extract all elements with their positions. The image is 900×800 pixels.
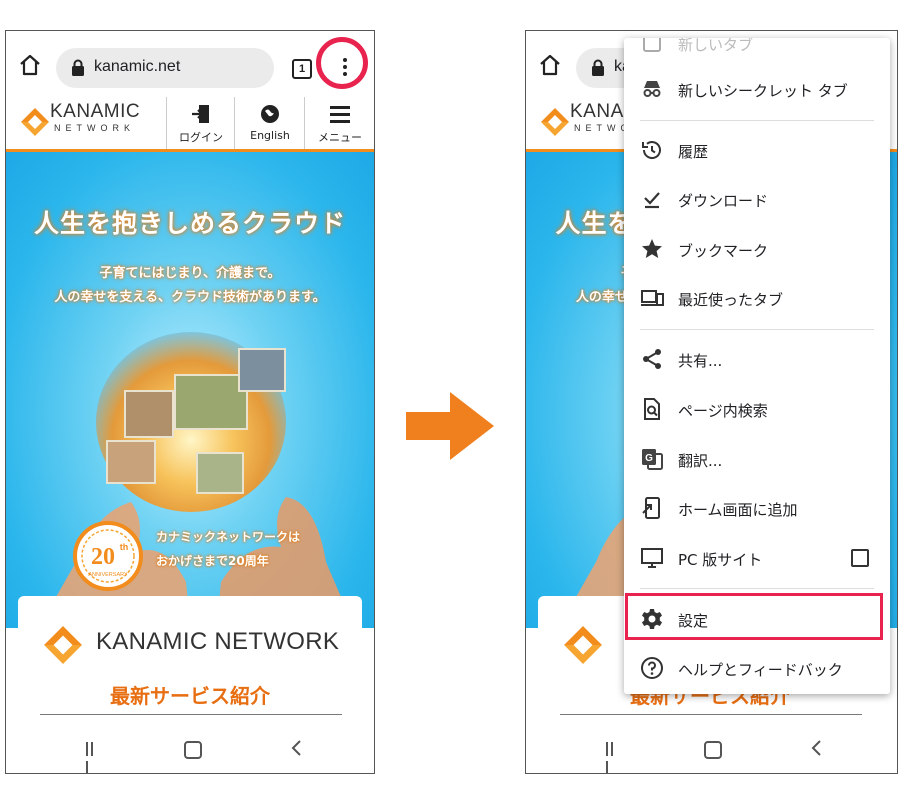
incognito-icon — [643, 81, 661, 97]
menu-label: ブックマーク — [678, 242, 769, 260]
menu-item-recent-tabs[interactable]: 最近使ったタブ — [624, 275, 890, 321]
nav-label: English — [250, 129, 290, 142]
badge-suffix: th — [120, 542, 129, 552]
site-header: KANAMIC NETWORK ログイン English メニュー — [6, 97, 374, 152]
recents-icon[interactable] — [606, 741, 620, 773]
settings-highlight-box — [625, 593, 883, 640]
home-nav-icon[interactable] — [184, 741, 202, 759]
menu-item-translate[interactable]: G 翻訳... — [624, 436, 890, 482]
history-icon — [642, 141, 661, 159]
kanamic-logo[interactable] — [18, 105, 52, 139]
kanamic-logo-mark-icon — [44, 626, 82, 664]
browser-toolbar: kanamic.net 1 — [6, 31, 374, 97]
nav-label: メニュー — [318, 131, 362, 144]
anniversary-text: カナミックネットワークは — [156, 530, 301, 544]
back-icon[interactable] — [808, 739, 826, 757]
back-icon[interactable] — [288, 739, 306, 757]
url-text: kanamic.net — [94, 58, 181, 75]
family-photo — [238, 348, 286, 392]
menu-divider — [640, 120, 874, 121]
menu-label: 新しいタブ — [678, 38, 754, 54]
transition-arrow-icon — [406, 392, 494, 460]
menu-label: 最近使ったタブ — [678, 291, 784, 309]
menu-label: 新しいシークレット タブ — [678, 82, 848, 100]
nav-english[interactable]: English — [234, 97, 305, 149]
add-to-home-icon — [642, 497, 660, 519]
new-tab-icon — [643, 38, 661, 52]
menu-item-incognito[interactable]: 新しいシークレット タブ — [624, 66, 890, 112]
menu-label: 共有... — [678, 352, 723, 370]
lock-icon — [592, 59, 604, 76]
svg-text:G: G — [645, 453, 653, 464]
menu-item-help[interactable]: ヘルプとフィードバック — [624, 645, 890, 691]
card-heading[interactable]: 最新サービス紹介 — [18, 680, 362, 709]
menu-item-share[interactable]: 共有... — [624, 336, 890, 382]
menu-item-bookmarks[interactable]: ブックマーク — [624, 226, 890, 272]
menu-label: ヘルプとフィードバック — [678, 661, 843, 679]
android-navigation-bar — [6, 725, 374, 773]
menu-label: ダウンロード — [678, 192, 769, 210]
menu-label: ページ内検索 — [678, 402, 768, 420]
find-in-page-icon — [644, 398, 660, 420]
recent-tabs-icon — [641, 290, 664, 306]
anniversary-text: おかげさまで20周年 — [156, 554, 269, 568]
kanamic-logo[interactable] — [538, 105, 572, 139]
menu-item-downloads[interactable]: ダウンロード — [624, 176, 890, 222]
home-nav-icon[interactable] — [704, 741, 722, 759]
star-icon — [642, 239, 662, 258]
lock-icon — [72, 59, 84, 76]
phone-screen-before: kanamic.net 1 KANAMIC NETWORK ログイン Engli… — [5, 30, 375, 774]
family-photo — [124, 390, 174, 438]
card-brand-title: KANAMIC NETWORK — [96, 628, 340, 655]
hamburger-icon — [330, 106, 350, 123]
login-door-icon — [192, 105, 209, 123]
menu-label: PC 版サイト — [678, 551, 763, 569]
menu-label: 履歴 — [678, 143, 709, 161]
desktop-icon — [641, 548, 663, 568]
badge-caption: ANNIVERSARY — [88, 572, 128, 578]
divider — [40, 714, 342, 715]
globe-icon — [261, 105, 279, 123]
highlight-circle — [316, 37, 368, 89]
hero-title: 人生を抱きしめるクラウド — [33, 209, 346, 238]
hero-subtitle: 人の幸せを支える、クラウド技術があります。 — [54, 290, 326, 305]
service-card: KANAMIC NETWORK 最新サービス紹介 — [18, 596, 362, 736]
nav-login[interactable]: ログイン — [166, 97, 235, 149]
menu-label: 翻訳... — [678, 452, 723, 470]
family-photo — [174, 374, 248, 430]
recents-icon[interactable] — [86, 741, 100, 773]
home-icon[interactable] — [538, 53, 562, 77]
translate-icon: G — [642, 449, 663, 470]
menu-divider — [640, 329, 874, 330]
menu-divider — [640, 588, 874, 589]
share-icon — [643, 349, 661, 369]
menu-item-desktop-site[interactable]: PC 版サイト — [624, 535, 890, 581]
menu-label: ホーム画面に追加 — [678, 501, 798, 519]
menu-item-find-in-page[interactable]: ページ内検索 — [624, 386, 890, 432]
menu-item-history[interactable]: 履歴 — [624, 127, 890, 173]
kanamic-logo-mark-icon — [541, 108, 569, 136]
download-icon — [644, 192, 660, 209]
hero-subtitle: 子育てにはじまり、介護まで。 — [99, 266, 281, 281]
menu-item-add-to-home[interactable]: ホーム画面に追加 — [624, 485, 890, 531]
anniversary-badge-icon: 20 th ANNIVERSARY — [73, 521, 143, 591]
badge-number: 20 — [91, 544, 115, 570]
help-icon — [641, 657, 663, 679]
hero-banner: 人生を抱きしめるクラウド 子育てにはじまり、介護まで。 人の幸せを支える、クラウ… — [6, 152, 374, 628]
logo-subtitle: NETWORK — [54, 123, 135, 133]
home-icon[interactable] — [18, 53, 42, 77]
nav-menu[interactable]: メニュー — [304, 97, 374, 149]
menu-item-new-tab[interactable]: 新しいタブ — [624, 38, 890, 66]
kanamic-logo-mark-icon — [564, 626, 602, 664]
kanamic-logo-mark-icon — [21, 108, 49, 136]
android-navigation-bar — [526, 725, 897, 773]
tab-switcher-button[interactable]: 1 — [292, 59, 312, 79]
nav-label: ログイン — [179, 131, 223, 144]
desktop-site-checkbox[interactable] — [851, 549, 869, 567]
address-bar[interactable]: kanamic.net — [56, 48, 274, 88]
divider — [560, 714, 862, 715]
logo-title: KANAMIC — [50, 101, 141, 122]
